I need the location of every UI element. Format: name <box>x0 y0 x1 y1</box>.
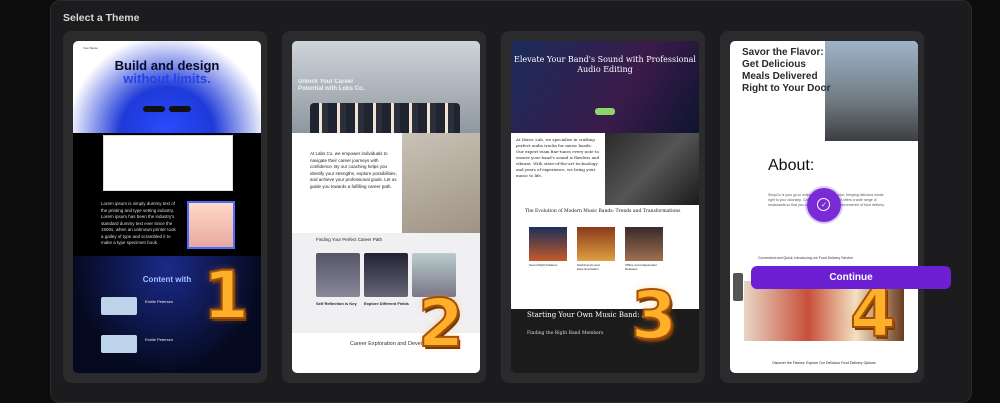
person-name: Emilie Petersen <box>145 299 174 304</box>
article-caption: Sound Right Patterns <box>529 263 558 267</box>
team-photo <box>310 103 460 133</box>
article-thumbnail <box>577 227 615 261</box>
headline-line-2: without limits. <box>123 71 211 86</box>
about-heading: About: <box>768 157 815 174</box>
hero-headline: Savor the Flavor: Get Delicious Meals De… <box>742 47 831 94</box>
theme-selector-panel: Select a Theme Your Name Build and desig… <box>50 0 972 403</box>
article-thumbnail <box>529 227 567 261</box>
studio-photo <box>605 133 699 205</box>
article-thumbnail <box>625 227 663 261</box>
person-photo <box>101 297 137 315</box>
hero-headline: Build and design without limits. <box>73 59 261 85</box>
continue-button[interactable]: Continue <box>751 266 951 289</box>
theme-card-2[interactable]: Unlock Your Career Potential with Lobs C… <box>282 31 486 383</box>
delivery-photo <box>825 41 918 141</box>
hero-button <box>143 106 165 112</box>
intro-block: At Music Lab, we specialize in crafting … <box>511 133 605 205</box>
selected-check-icon: ✓ <box>807 188 841 222</box>
discover-caption: Discover the Flavors: Explore Our Delici… <box>772 361 876 365</box>
body-text: At Labs Co. we empower individuals to na… <box>310 151 397 189</box>
panel-title: Select a Theme <box>63 12 140 24</box>
get-started-button <box>595 108 615 115</box>
article-caption: Explore Different Fields <box>364 301 409 306</box>
illustration-image <box>103 135 233 191</box>
section-title: The Evolution of Modern Music Bands: Tre… <box>525 209 681 214</box>
hero-headline: Elevate Your Band's Sound with Professio… <box>514 55 696 74</box>
person-name: Emilie Petersen <box>145 337 174 342</box>
profile-photo <box>187 201 235 249</box>
article-thumbnail <box>316 253 360 297</box>
article-caption: Self Reflection is Key <box>316 301 357 306</box>
dark-section-subtitle: Finding the Right Band Members <box>527 331 604 336</box>
article-caption: Global and Local Experimentation <box>577 263 600 271</box>
section-title: Finding Your Perfect Career Path <box>316 237 383 242</box>
hero-text: Unlock Your Career Potential with Lobs C… <box>298 79 365 92</box>
previous-item-peek <box>733 273 743 301</box>
nav-brand: Your Name <box>83 46 98 50</box>
article-caption: Offline and Independent Releases <box>625 263 657 271</box>
hero-section <box>73 41 261 133</box>
theme-number-badge: 3 <box>630 276 678 355</box>
theme-card-1[interactable]: Your Name Build and design without limit… <box>63 31 267 383</box>
theme-number-badge: 2 <box>417 284 465 363</box>
person-photo <box>101 335 137 353</box>
body-text: At Music Lab, we specialize in crafting … <box>516 137 600 178</box>
theme-card-3[interactable]: Elevate Your Band's Sound with Professio… <box>501 31 705 383</box>
section-caption: Convenient and Quick: Introducing our Fo… <box>758 256 853 260</box>
theme-number-badge: 1 <box>202 256 250 335</box>
theme-card-4[interactable]: Savor the Flavor: Get Delicious Meals De… <box>720 31 924 383</box>
body-text: Lorem ipsum is simply dummy text of the … <box>101 201 176 245</box>
article-thumbnail <box>364 253 408 297</box>
landscape-photo <box>402 133 480 233</box>
hero-button <box>169 106 191 112</box>
